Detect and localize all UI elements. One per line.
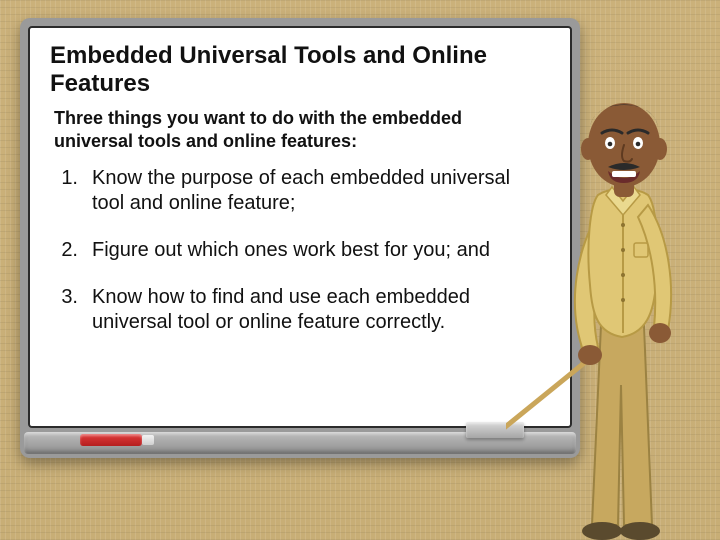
list-item: 1. Know the purpose of each embedded uni… bbox=[56, 166, 526, 216]
list-number: 2. bbox=[56, 238, 78, 263]
list-text: Figure out which ones work best for you;… bbox=[92, 238, 490, 263]
slide-stage: Embedded Universal Tools and Online Feat… bbox=[0, 0, 720, 540]
list-item: 3. Know how to find and use each embedde… bbox=[56, 285, 526, 335]
teacher-illustration bbox=[506, 55, 720, 540]
head bbox=[581, 103, 667, 187]
slide-subtitle: Three things you want to do with the emb… bbox=[54, 107, 524, 152]
pointer-stick-icon bbox=[506, 355, 594, 475]
list-text: Know how to find and use each embedded u… bbox=[92, 285, 526, 335]
list-number: 1. bbox=[56, 166, 78, 216]
slide-title: Embedded Universal Tools and Online Feat… bbox=[50, 42, 550, 97]
list-text: Know the purpose of each embedded univer… bbox=[92, 166, 526, 216]
list-item: 2. Figure out which ones work best for y… bbox=[56, 238, 526, 263]
shoes bbox=[582, 522, 660, 540]
list-number: 3. bbox=[56, 285, 78, 335]
whiteboard-surface: Embedded Universal Tools and Online Feat… bbox=[28, 26, 572, 428]
numbered-list: 1. Know the purpose of each embedded uni… bbox=[50, 166, 526, 335]
whiteboard: Embedded Universal Tools and Online Feat… bbox=[20, 18, 580, 458]
red-marker-icon bbox=[80, 434, 142, 446]
